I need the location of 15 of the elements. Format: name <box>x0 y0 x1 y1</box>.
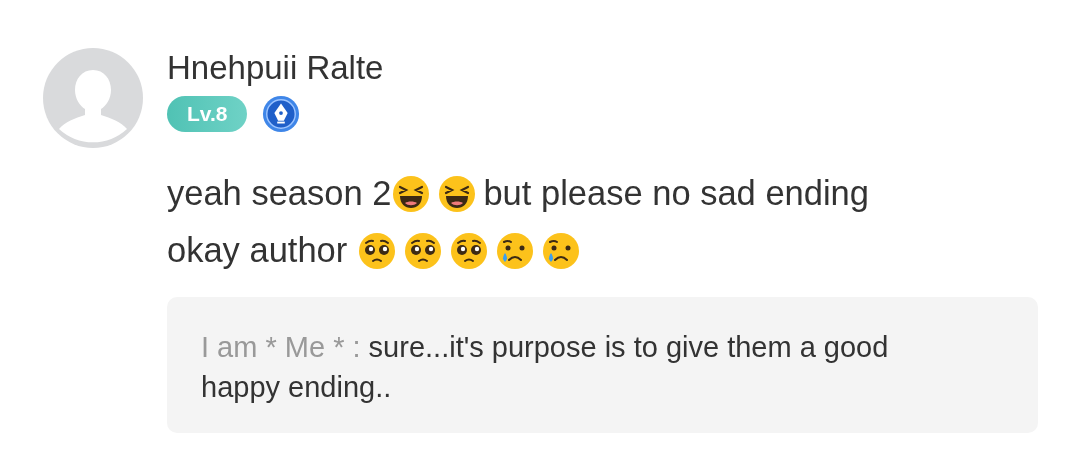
crying-face-icon <box>494 230 535 271</box>
laughing-face-icon <box>391 173 432 214</box>
laughing-face-icon <box>437 173 478 214</box>
comment-text: yeah season 2 <box>167 173 392 214</box>
pleading-face-icon <box>356 230 397 271</box>
pen-nib-badge-icon <box>262 95 301 133</box>
comment-text: but please no sad ending <box>483 173 869 214</box>
reply-text: I am * Me * : sure...it's purpose is to give them a good happy ending.. <box>201 330 890 405</box>
crying-face-icon <box>540 230 581 271</box>
avatar-icon <box>43 48 143 148</box>
author-name: Hnehpuii Ralte <box>167 49 385 87</box>
comment-text: okay author <box>167 230 349 271</box>
pleading-face-icon <box>402 230 443 271</box>
level-badge: Lv.8 <box>167 96 248 132</box>
pleading-face-icon <box>448 230 489 271</box>
